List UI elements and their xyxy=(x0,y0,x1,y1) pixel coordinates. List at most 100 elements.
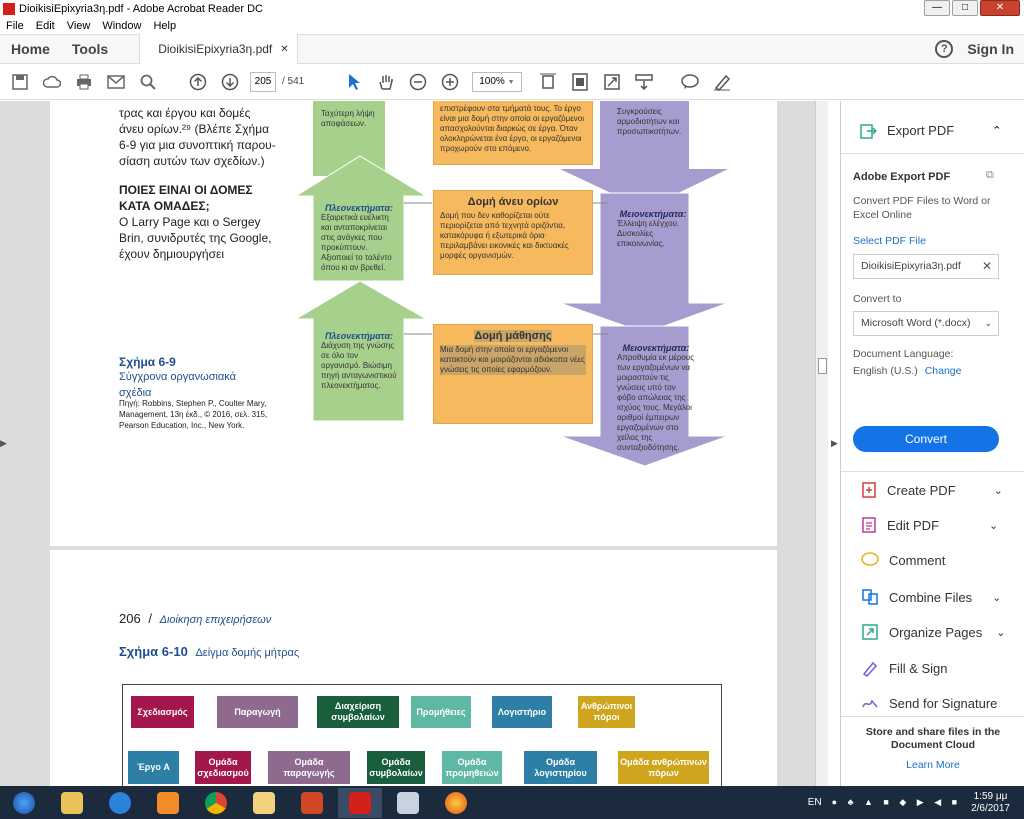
menu-window[interactable]: Window xyxy=(96,20,147,32)
text-line: άνευ ορίων.²⁹ (Βλέπε Σχήμα xyxy=(119,122,270,136)
tool-organize-pages[interactable]: Organize Pages ⌄ xyxy=(861,623,1005,641)
vertical-scrollbar[interactable] xyxy=(815,101,828,786)
email-icon[interactable] xyxy=(106,72,126,92)
org-box-procurement-team: Ομάδα προμηθειών xyxy=(442,751,502,784)
previous-page-icon[interactable] xyxy=(188,72,208,92)
disadvantages-box-1: Μειονεκτήματα: Έλλειψη ελέγχου. Δυσκολίε… xyxy=(611,203,695,255)
language-label: Document Language: xyxy=(853,348,954,360)
save-icon[interactable] xyxy=(10,72,30,92)
fit-page-icon[interactable] xyxy=(570,72,590,92)
org-box-production: Παραγωγή xyxy=(217,696,298,728)
tool-send-for-signature[interactable]: Send for Signature xyxy=(861,695,997,711)
sign-in-button[interactable]: Sign In xyxy=(967,41,1014,57)
close-button[interactable]: ✕ xyxy=(980,0,1020,16)
tool-fill-sign[interactable]: Fill & Sign xyxy=(861,659,948,677)
clear-file-icon[interactable]: ✕ xyxy=(982,255,992,278)
language-value: English (U.S.) xyxy=(853,365,918,377)
scroll-mode-icon[interactable] xyxy=(634,72,654,92)
taskbar-acrobat[interactable] xyxy=(338,787,382,818)
tool-create-pdf[interactable]: Create PDF ⌄ xyxy=(861,481,1003,499)
tray-icons[interactable]: ● ♣ ▲ ■ ◆ ▶ ◀ ■ xyxy=(832,797,961,808)
minimize-button[interactable]: — xyxy=(924,0,950,16)
zoom-out-icon[interactable] xyxy=(408,72,428,92)
clock-date: 2/6/2017 xyxy=(971,802,1010,814)
left-pane-toggle-icon[interactable]: ▶ xyxy=(0,438,7,449)
document-viewport[interactable]: τρας και έργου και δομές άνευ ορίων.²⁹ (… xyxy=(0,101,828,786)
tab-close-icon[interactable]: ✕ xyxy=(280,44,288,55)
chevron-down-icon: ⌄ xyxy=(984,318,992,328)
export-pdf-header[interactable]: Export PDF ⌃ xyxy=(859,121,1001,139)
org-box-hr: Ανθρώπινοι πόροι xyxy=(578,696,635,728)
format-select[interactable]: Microsoft Word (*.docx) ⌄ xyxy=(853,311,999,336)
taskbar-chrome[interactable] xyxy=(194,788,238,818)
disadvantages-title: Μειονεκτήματα: xyxy=(619,209,687,219)
maximize-button[interactable]: □ xyxy=(952,0,978,16)
selected-file-field[interactable]: DioikisiEpixyria3η.pdf ✕ xyxy=(853,254,999,279)
body-paragraph: τρας και έργου και δομές άνευ ορίων.²⁹ (… xyxy=(119,105,281,169)
tool-edit-pdf[interactable]: Edit PDF ⌄ xyxy=(861,516,998,534)
window-title: DioikisiEpixyria3η.pdf - Adobe Acrobat R… xyxy=(19,3,263,15)
taskbar-firefox[interactable] xyxy=(434,788,478,818)
full-screen-icon[interactable] xyxy=(602,72,622,92)
change-language-link[interactable]: Change xyxy=(925,365,962,377)
adobe-export-title: Adobe Export PDF xyxy=(853,171,951,183)
menu-edit[interactable]: Edit xyxy=(30,20,61,32)
menu-file[interactable]: File xyxy=(0,20,30,32)
taskbar-ie[interactable] xyxy=(98,788,142,818)
figure-caption-2: Σχήμα 6-10 Δείγμα δομής μήτρας xyxy=(119,644,299,661)
learn-more-link[interactable]: Learn More xyxy=(841,759,1024,771)
page-layout-icon[interactable] xyxy=(538,72,558,92)
text-line: τρας και έργου και δομές xyxy=(119,106,251,120)
tools-tab[interactable]: Tools xyxy=(61,41,119,57)
select-pdf-file-link[interactable]: Select PDF File xyxy=(853,235,926,247)
taskbar-powerpoint[interactable] xyxy=(290,788,334,818)
convert-button[interactable]: Convert xyxy=(853,426,999,452)
taskbar-app[interactable] xyxy=(386,788,430,818)
tool-label: Combine Files xyxy=(889,589,973,605)
taskbar-explorer[interactable] xyxy=(50,788,94,818)
tool-comment[interactable]: Comment xyxy=(861,552,945,568)
scrollbar-thumb[interactable] xyxy=(818,358,827,374)
text-line: 6-9 για μια συνοπτική παρου- xyxy=(119,138,276,152)
windows-taskbar: EN ● ♣ ▲ ■ ◆ ▶ ◀ ■ 1:59 μμ 2/6/2017 xyxy=(0,786,1024,819)
upload-cloud-icon[interactable] xyxy=(42,72,62,92)
right-pane-toggle-icon[interactable]: ▶ xyxy=(831,438,838,449)
pdf-page-206: 206 / Διοίκηση επιχειρήσεων Σχήμα 6-10 Δ… xyxy=(50,550,777,786)
taskbar-media[interactable] xyxy=(146,788,190,818)
media-player-icon xyxy=(157,791,179,814)
home-tab[interactable]: Home xyxy=(0,41,61,57)
firefox-icon xyxy=(445,791,467,814)
advantages-title: Πλεονεκτήματα: xyxy=(324,331,394,341)
menu-help[interactable]: Help xyxy=(147,20,182,32)
format-value: Microsoft Word (*.docx) xyxy=(861,317,971,329)
menu-bar: File Edit View Window Help xyxy=(0,18,1024,34)
start-button[interactable] xyxy=(2,788,46,818)
section-heading: ΠΟΙΕΣ ΕΙΝΑΙ ΟΙ ΔΟΜΕΣ ΚΑΤΑ ΟΜΑΔΕΣ; xyxy=(119,183,253,213)
figure-title: Σύγχρονα οργανωσιακά σχέδια xyxy=(119,371,237,399)
page-number-input[interactable]: 205 xyxy=(250,71,276,92)
hand-tool-icon[interactable] xyxy=(376,72,396,92)
tool-combine-files[interactable]: Combine Files ⌄ xyxy=(861,588,1001,606)
search-icon[interactable] xyxy=(138,72,158,92)
comment-icon[interactable] xyxy=(680,72,700,92)
clock[interactable]: 1:59 μμ 2/6/2017 xyxy=(971,791,1010,815)
taskbar-mail[interactable] xyxy=(242,788,286,818)
tool-label: Comment xyxy=(889,552,946,568)
export-pdf-icon xyxy=(860,124,877,139)
select-cursor-icon[interactable] xyxy=(344,72,364,92)
zoom-in-icon[interactable] xyxy=(440,72,460,92)
language-indicator[interactable]: EN xyxy=(808,797,822,808)
learning-org-title-text: Δομή μάθησης xyxy=(474,330,552,342)
print-icon[interactable] xyxy=(74,72,94,92)
learning-org-text: Μια δομή στην οποία οι εργαζόμενοι κατακ… xyxy=(440,345,586,375)
zoom-level-select[interactable]: 100% ▼ xyxy=(472,71,523,92)
send-signature-icon xyxy=(862,699,878,708)
help-icon[interactable]: ? xyxy=(935,40,954,58)
next-page-icon[interactable] xyxy=(220,72,240,92)
advantages-text: Διάχυση της γνώσης σε όλο τον οργανισμό.… xyxy=(321,341,397,390)
copy-icon[interactable]: ⧉ xyxy=(986,169,994,182)
document-tab[interactable]: DioikisiEpixyria3η.pdf ✕ xyxy=(139,34,298,64)
sign-pen-icon[interactable] xyxy=(712,72,732,92)
chevron-down-icon: ▼ xyxy=(507,78,515,86)
menu-view[interactable]: View xyxy=(61,20,97,32)
